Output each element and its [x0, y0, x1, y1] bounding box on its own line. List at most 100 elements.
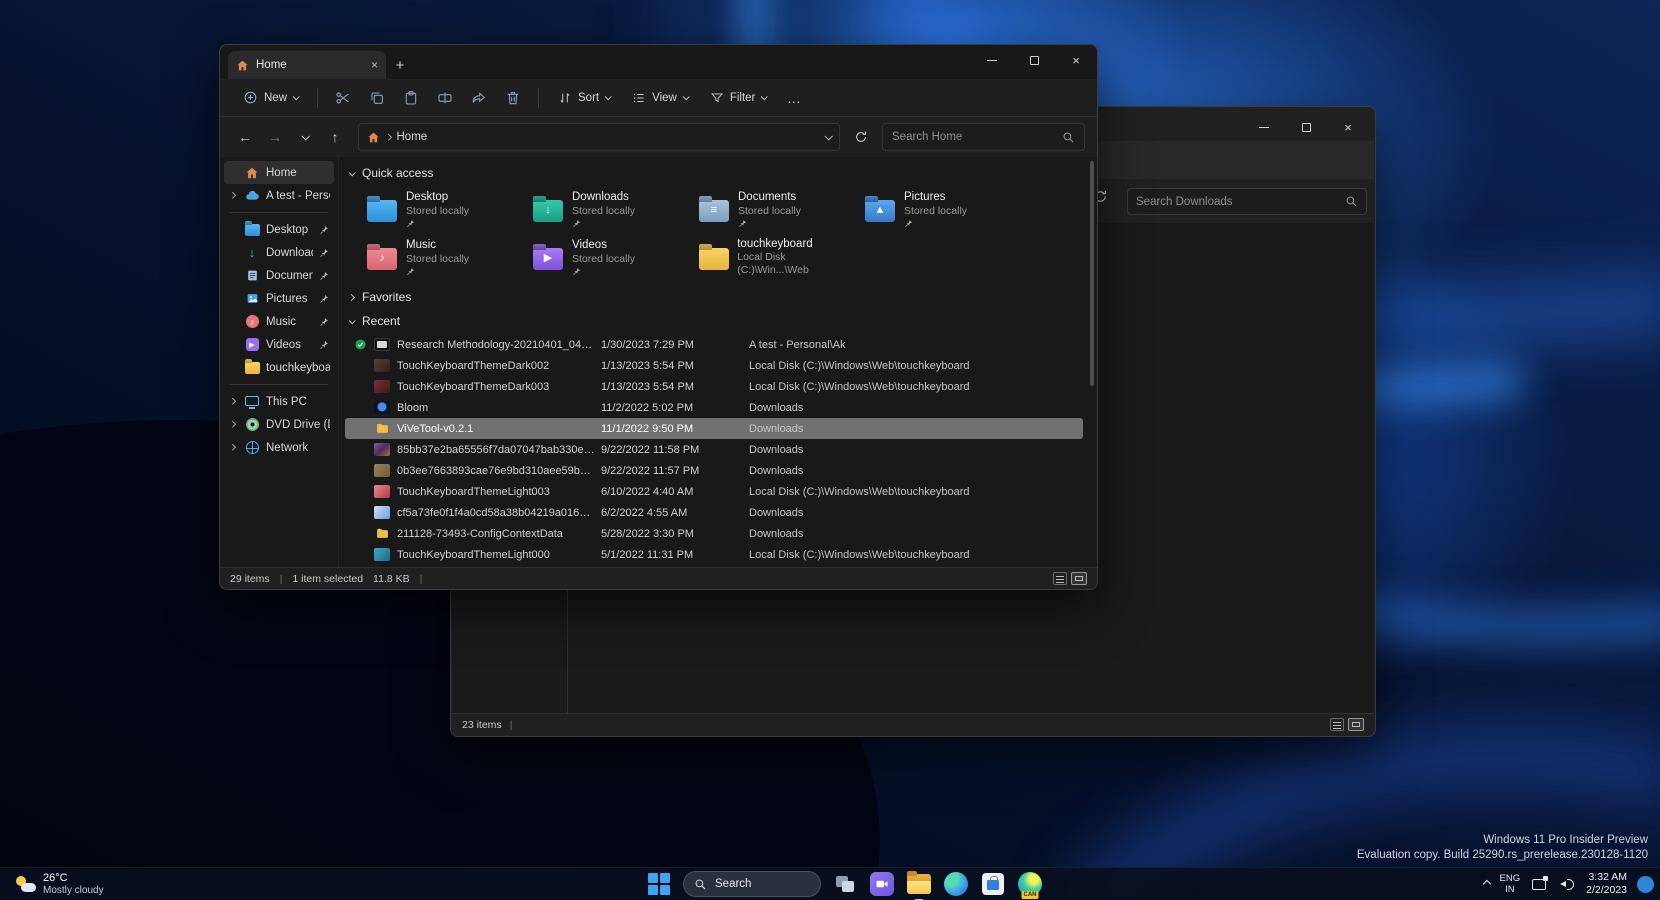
address-bar[interactable]: Home	[358, 123, 840, 151]
share-button[interactable]	[464, 83, 494, 113]
sidebar-item-touchkeyboard[interactable]: touchkeyboard	[224, 356, 334, 379]
close-button[interactable]: ×	[1327, 113, 1369, 141]
details-view-toggle[interactable]	[1330, 718, 1344, 731]
search-box[interactable]	[1127, 188, 1367, 215]
search-box[interactable]	[882, 123, 1085, 151]
tile-pictures[interactable]: ▲ PicturesStored locally	[861, 187, 1027, 231]
back-button[interactable]: ←	[232, 124, 258, 150]
maximize-button[interactable]	[1285, 113, 1327, 141]
recent-row-light000[interactable]: TouchKeyboardThemeLight000 5/1/2022 11:3…	[345, 544, 1083, 565]
recent-row-85bb37[interactable]: 85bb37e2ba65556f7da07047bab330e3534c80a2…	[345, 439, 1083, 460]
paste-button[interactable]	[396, 83, 426, 113]
sidebar-item-downloads[interactable]: ↓ Downloads	[224, 241, 334, 264]
minimize-button[interactable]	[971, 45, 1013, 75]
search-input[interactable]	[1136, 196, 1345, 208]
delete-button[interactable]	[498, 83, 528, 113]
recent-row-offlineinsiderenroll[interactable]: OfflineInsiderEnroll-2.6.3 4/29/2022 10:…	[345, 565, 1083, 567]
tile-touchkeyboard[interactable]: touchkeyboardLocal Disk (C:)\Win...\Web	[695, 235, 861, 279]
tab-home[interactable]: Home ×	[228, 51, 386, 79]
chat-button[interactable]	[869, 871, 895, 897]
scrollbar-thumb[interactable]	[1090, 161, 1094, 386]
close-button[interactable]: ×	[1055, 45, 1097, 75]
copy-button[interactable]	[362, 83, 392, 113]
recent-row-0b3ee7[interactable]: 0b3ee7663893cae76e9bd310aee59b70d76cc476…	[345, 460, 1083, 481]
task-view-icon	[836, 876, 854, 892]
forward-button[interactable]: →	[262, 124, 288, 150]
navigation-pane: Home A test - Personal Desktop ↓	[220, 157, 339, 567]
hidden-icons-button[interactable]	[1484, 881, 1490, 887]
icons-view-toggle[interactable]	[1071, 572, 1087, 585]
selected-size: 11.8 KB	[373, 573, 410, 585]
recent-row-cf5a73[interactable]: cf5a73fe0f1f4a0cd58a38b04219a0167354f87f…	[345, 502, 1083, 523]
sidebar-item-videos[interactable]: ▶ Videos	[224, 333, 334, 356]
rename-button[interactable]	[430, 83, 460, 113]
chevron-right-icon	[229, 444, 235, 450]
sidebar-item-pictures[interactable]: Pictures	[224, 287, 334, 310]
image-thumbnail-icon	[374, 380, 390, 393]
clock[interactable]: 3:32 AM 2/2/2023	[1586, 871, 1627, 897]
sidebar-item-this-pc[interactable]: This PC	[224, 390, 334, 413]
vertical-scrollbar[interactable]	[1090, 161, 1094, 563]
recent-row-vivetool-selected[interactable]: ViVeTool-v0.2.1 11/1/2022 9:50 PM Downlo…	[345, 418, 1083, 439]
weather-widget[interactable]: 26°C Mostly cloudy	[10, 868, 110, 900]
sidebar-item-desktop[interactable]: Desktop	[224, 218, 334, 241]
taskbar-search[interactable]: Search	[683, 871, 821, 897]
recent-row-configcontextdata[interactable]: 211128-73493-ConfigContextData 5/28/2022…	[345, 523, 1083, 544]
view-button[interactable]: View	[623, 86, 697, 110]
sidebar-item-documents[interactable]: Documents	[224, 264, 334, 287]
tile-downloads[interactable]: ↓ DownloadsStored locally	[529, 187, 695, 231]
refresh-button[interactable]	[847, 123, 875, 151]
network-button[interactable]	[1530, 875, 1548, 893]
recent-locations-button[interactable]	[292, 124, 318, 150]
icons-view-toggle[interactable]	[1348, 718, 1364, 731]
address-dropdown-icon[interactable]	[824, 132, 832, 140]
recent-row-dark003[interactable]: TouchKeyboardThemeDark003 1/13/2023 5:54…	[345, 376, 1083, 397]
minimize-button[interactable]	[1243, 113, 1285, 141]
file-explorer-button[interactable]	[906, 871, 932, 897]
sync-check-icon	[355, 339, 366, 350]
item-count: 29 items	[230, 573, 270, 585]
sort-button[interactable]: Sort	[549, 86, 619, 110]
volume-button[interactable]	[1558, 875, 1576, 893]
sidebar-item-music[interactable]: ♪ Music	[224, 310, 334, 333]
maximize-button[interactable]	[1013, 45, 1055, 75]
edge-button[interactable]	[943, 871, 969, 897]
language-indicator[interactable]: ENG IN	[1500, 873, 1521, 896]
task-view-button[interactable]	[832, 871, 858, 897]
more-options-button[interactable]: …	[779, 83, 809, 113]
cut-button[interactable]	[328, 83, 358, 113]
tab-close-icon[interactable]: ×	[371, 58, 378, 72]
explorer-window-home[interactable]: Home × + × New	[219, 44, 1098, 590]
search-input[interactable]	[892, 131, 1062, 143]
tile-music[interactable]: ♪ MusicStored locally	[363, 235, 529, 279]
tile-videos[interactable]: ▶ VideosStored locally	[529, 235, 695, 279]
breadcrumb[interactable]: Home	[397, 131, 428, 143]
recent-row-research-methodology[interactable]: Research Methodology-20210401_040256-Mee…	[345, 334, 1083, 355]
sidebar-item-network[interactable]: Network	[224, 436, 334, 459]
store-button[interactable]	[980, 871, 1006, 897]
edge-canary-button[interactable]: CAN	[1017, 871, 1043, 897]
video-file-icon	[374, 338, 390, 351]
section-recent[interactable]: Recent	[345, 309, 1083, 333]
new-tab-button[interactable]: +	[386, 51, 414, 79]
navigation-bar: ← → ↑ Home	[220, 117, 1097, 157]
notifications-badge[interactable]	[1637, 876, 1654, 893]
sidebar-divider	[230, 384, 328, 385]
recent-row-light003[interactable]: TouchKeyboardThemeLight003 6/10/2022 4:4…	[345, 481, 1083, 502]
recent-row-dark002[interactable]: TouchKeyboardThemeDark002 1/13/2023 5:54…	[345, 355, 1083, 376]
filter-button[interactable]: Filter	[701, 86, 776, 110]
up-button[interactable]: ↑	[322, 124, 348, 150]
new-button[interactable]: New	[234, 85, 307, 110]
recent-row-bloom[interactable]: Bloom 11/2/2022 5:02 PM Downloads	[345, 397, 1083, 418]
sidebar-item-dvd-drive[interactable]: DVD Drive (D:) CCC	[224, 413, 334, 436]
sidebar-item-home[interactable]: Home	[224, 161, 334, 184]
section-favorites[interactable]: Favorites	[345, 285, 1083, 309]
section-quick-access[interactable]: Quick access	[345, 161, 1083, 185]
tile-documents[interactable]: ≡ DocumentsStored locally	[695, 187, 861, 231]
image-thumbnail-icon	[374, 359, 390, 372]
details-view-toggle[interactable]	[1053, 572, 1067, 585]
recent-files-list: Research Methodology-20210401_040256-Mee…	[345, 334, 1083, 567]
start-button[interactable]	[646, 871, 672, 897]
sidebar-item-onedrive[interactable]: A test - Personal	[224, 184, 334, 207]
tile-desktop[interactable]: DesktopStored locally	[363, 187, 529, 231]
